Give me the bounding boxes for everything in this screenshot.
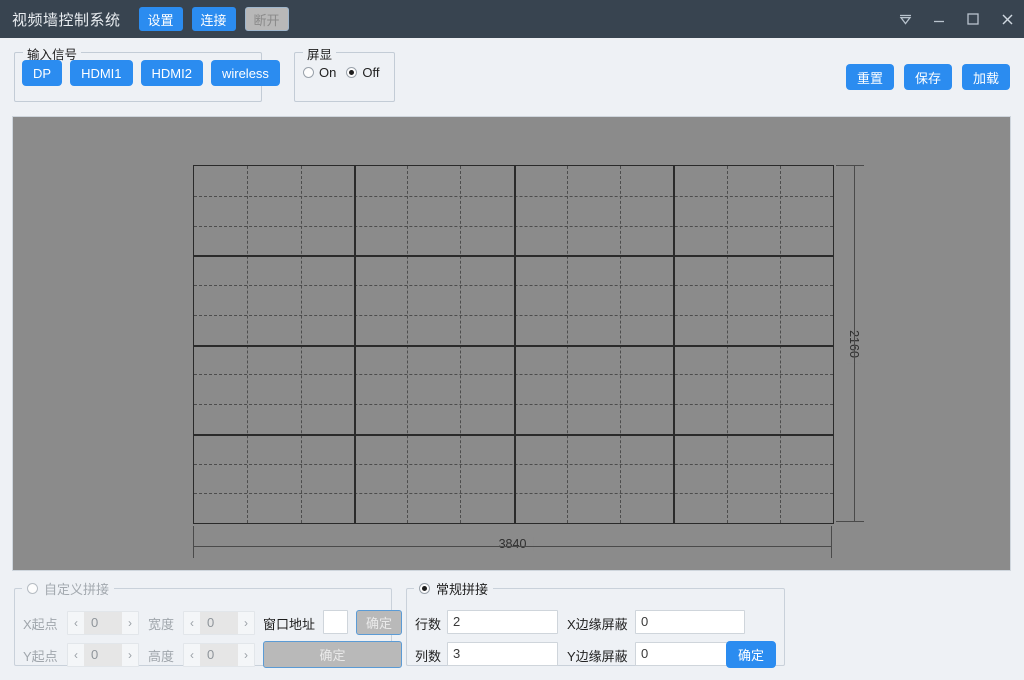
custom-splice-confirm-button[interactable]: 确定 [263,641,402,668]
wall-height-dimension-line [854,165,855,522]
height-increment-icon[interactable]: › [238,644,254,666]
normal-splice-radio[interactable]: 常规拼接 [414,579,494,598]
y-start-increment-icon[interactable]: › [122,644,138,666]
height-value[interactable]: 0 [200,644,238,666]
collapse-icon[interactable] [888,0,922,38]
y-start-stepper[interactable]: ‹ 0 › [67,643,139,667]
width-decrement-icon[interactable]: ‹ [184,612,200,634]
y-start-value[interactable]: 0 [84,644,122,666]
screen-display-radio-on[interactable]: On [303,65,336,80]
width-stepper[interactable]: ‹ 0 › [183,611,255,635]
wall-width-dimension-tick-right [831,526,832,558]
normal-splice-confirm-button[interactable]: 确定 [726,641,776,668]
window-controls [888,0,1024,38]
grid-panel-line-horizontal [194,345,833,347]
y-start-label: Y起点 [23,649,58,664]
height-label: 高度 [148,649,175,664]
height-stepper[interactable]: ‹ 0 › [183,643,255,667]
signal-button-hdmi2[interactable]: HDMI2 [140,60,203,86]
custom-splice-panel: 自定义拼接 X起点 ‹ 0 › 宽度 ‹ 0 › 窗口地址 确定 Y起点 ‹ 0… [14,579,402,668]
toolbar-row: 输入信号 DP HDMI1 HDMI2 wireless 屏显 On Off 重… [0,38,1024,110]
cols-label: 列数 [415,649,442,664]
maximize-icon[interactable] [956,0,990,38]
minimize-icon[interactable] [922,0,956,38]
x-start-decrement-icon[interactable]: ‹ [68,612,84,634]
radio-indicator-custom-splice [27,583,38,594]
video-wall-grid[interactable] [193,165,834,524]
normal-splice-panel: 常规拼接 行数 2 X边缘屏蔽 0 列数 3 Y边缘屏蔽 0 确定 [406,579,785,668]
x-start-increment-icon[interactable]: › [122,612,138,634]
custom-splice-radio[interactable]: 自定义拼接 [22,579,115,598]
window-address-input[interactable] [323,610,348,634]
wall-preview-canvas[interactable]: 3840 2160 [12,116,1011,571]
y-start-decrement-icon[interactable]: ‹ [68,644,84,666]
grid-panel-line-horizontal [194,434,833,436]
input-signal-group: 输入信号 DP HDMI1 HDMI2 wireless [14,44,280,102]
wall-height-dimension-tick-top [836,165,864,166]
signal-button-dp[interactable]: DP [22,60,63,86]
rows-input[interactable]: 2 [447,610,558,634]
screen-display-radio-off[interactable]: Off [346,65,379,80]
screen-display-legend: 屏显 [303,44,337,63]
settings-button[interactable]: 设置 [138,7,183,31]
close-icon[interactable] [990,0,1024,38]
screen-display-label-off: Off [362,65,380,80]
custom-window-confirm-button[interactable]: 确定 [356,610,402,635]
width-increment-icon[interactable]: › [238,612,254,634]
custom-splice-legend: 自定义拼接 [44,582,110,597]
title-bar: 视频墙控制系统 设置 连接 断开 [0,0,1024,38]
wall-width-label: 3840 [491,537,534,551]
x-bezel-input[interactable]: 0 [635,610,745,634]
height-decrement-icon[interactable]: ‹ [184,644,200,666]
rows-label: 行数 [415,617,442,632]
action-buttons: 重置 保存 加载 [845,64,1010,90]
wall-width-dimension-tick-left [193,526,194,558]
radio-indicator-off [346,67,358,78]
screen-display-group: 屏显 On Off [294,44,395,102]
y-bezel-label: Y边缘屏蔽 [567,649,628,664]
normal-splice-legend: 常规拼接 [436,582,489,597]
x-start-stepper[interactable]: ‹ 0 › [67,611,139,635]
wall-width-dimension-line [193,546,832,547]
screen-display-label-on: On [319,65,337,80]
connect-button[interactable]: 连接 [191,7,236,31]
radio-indicator-on [303,67,314,78]
load-button[interactable]: 加载 [961,64,1010,90]
disconnect-button[interactable]: 断开 [244,7,289,31]
x-start-value[interactable]: 0 [84,612,122,634]
app-title: 视频墙控制系统 [12,11,121,29]
window-address-label: 窗口地址 [263,617,316,632]
width-label: 宽度 [148,617,175,632]
reset-button[interactable]: 重置 [845,64,894,90]
cols-input[interactable]: 3 [447,642,558,666]
signal-button-wireless[interactable]: wireless [210,60,280,86]
width-value[interactable]: 0 [200,612,238,634]
x-bezel-label: X边缘屏蔽 [567,617,628,632]
grid-panel-line-horizontal [194,255,833,257]
radio-indicator-normal-splice [419,583,430,594]
wall-height-dimension-tick-bottom [836,521,864,522]
signal-button-hdmi1[interactable]: HDMI1 [70,60,133,86]
x-start-label: X起点 [23,617,58,632]
save-button[interactable]: 保存 [903,64,952,90]
splice-panels: 自定义拼接 X起点 ‹ 0 › 宽度 ‹ 0 › 窗口地址 确定 Y起点 ‹ 0… [0,578,1024,680]
